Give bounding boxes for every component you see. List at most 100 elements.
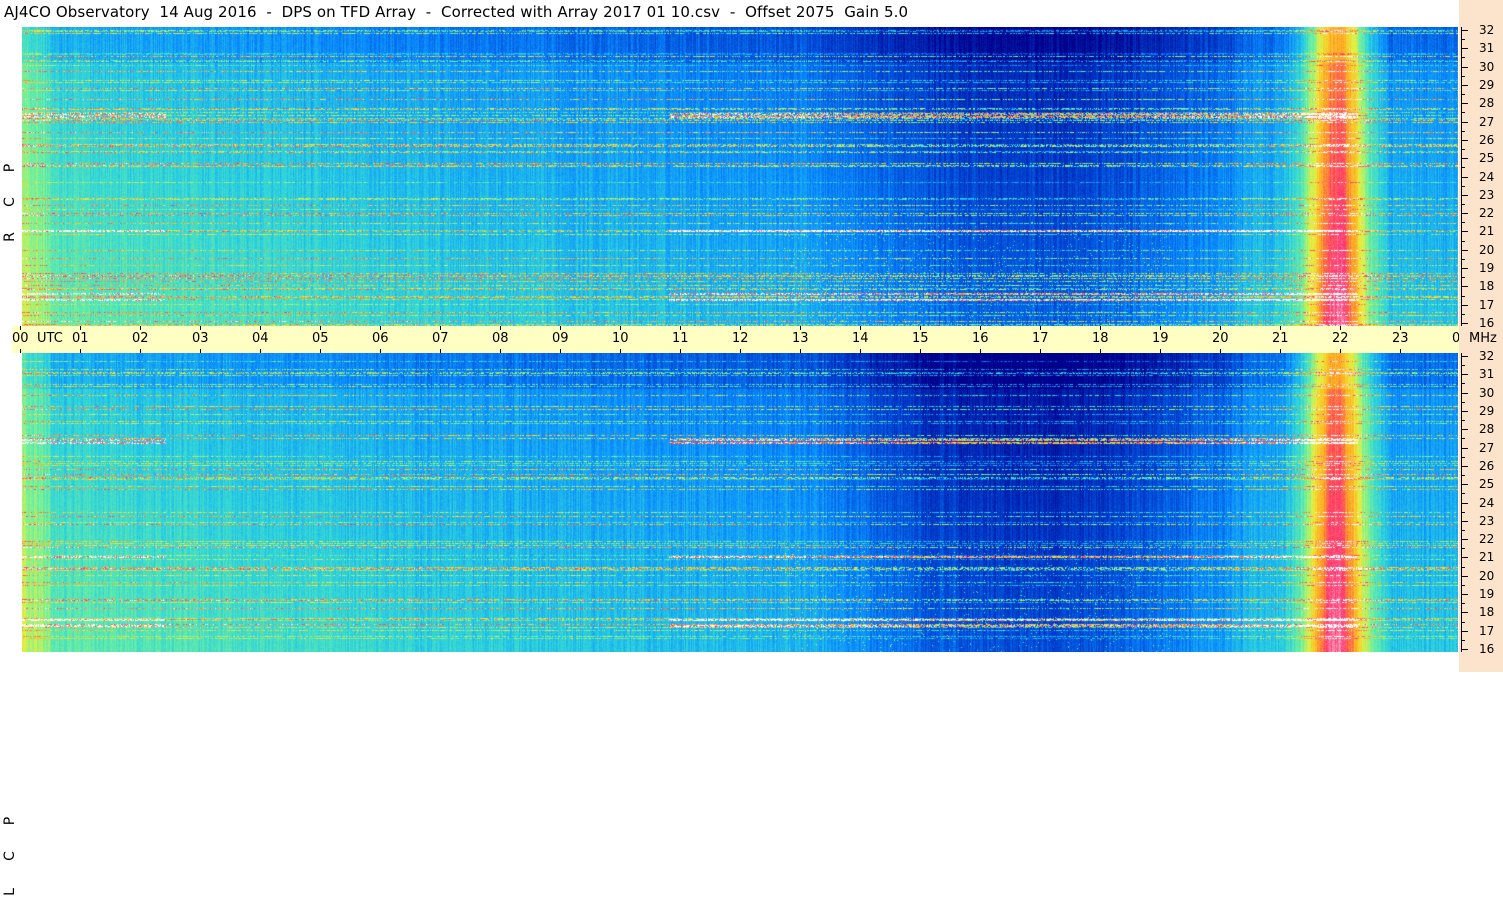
utc-hour-tick	[1040, 326, 1041, 330]
lcp-mhz-tick	[1461, 631, 1468, 632]
rcp-mhz-tick	[1461, 268, 1468, 269]
utc-hour-label: 02	[132, 331, 149, 346]
rcp-mhz-tick	[1461, 213, 1468, 214]
rcp-mhz-tick	[1461, 30, 1468, 31]
utc-hour-tick	[920, 349, 921, 353]
lcp-mhz-label: 20	[1479, 569, 1495, 583]
lcp-mhz-minor-tick	[1461, 603, 1465, 604]
utc-hour-tick	[440, 349, 441, 353]
rcp-mhz-minor-tick	[1461, 296, 1465, 297]
rcp-letter-c: C	[2, 197, 18, 207]
rcp-mhz-label: 27	[1479, 115, 1495, 129]
rcp-mhz-minor-tick	[1461, 39, 1465, 40]
utc-unit-label: UTC	[37, 331, 63, 346]
lcp-polarization-label: L C P	[0, 353, 20, 896]
rcp-mhz-label: 25	[1479, 151, 1495, 165]
utc-hour-tick	[1400, 326, 1401, 330]
rcp-mhz-tick	[1461, 305, 1468, 306]
lcp-mhz-tick	[1461, 503, 1468, 504]
lcp-mhz-tick	[1461, 594, 1468, 595]
lcp-mhz-label: 24	[1479, 496, 1495, 510]
utc-hour-tick	[500, 326, 501, 330]
utc-hour-label: 04	[252, 331, 269, 346]
utc-hour-label: 07	[432, 331, 449, 346]
rcp-mhz-label: 28	[1479, 96, 1495, 110]
lcp-mhz-tick	[1461, 484, 1468, 485]
lcp-mhz-tick	[1461, 557, 1468, 558]
lcp-mhz-tick	[1461, 649, 1468, 650]
lcp-mhz-label: 27	[1479, 441, 1495, 455]
utc-hour-label: 17	[1032, 331, 1049, 346]
rcp-letter-r: R	[2, 232, 18, 242]
rcp-mhz-minor-tick	[1461, 57, 1465, 58]
utc-hour-label: 03	[192, 331, 209, 346]
rcp-mhz-minor-tick	[1461, 167, 1465, 168]
rcp-mhz-tick	[1461, 231, 1468, 232]
lcp-mhz-minor-tick	[1461, 383, 1465, 384]
utc-hour-tick	[80, 349, 81, 353]
rcp-mhz-minor-tick	[1461, 204, 1465, 205]
lcp-mhz-tick	[1461, 429, 1468, 430]
lcp-mhz-label: 29	[1479, 404, 1495, 418]
rcp-mhz-minor-tick	[1461, 277, 1465, 278]
lcp-mhz-tick	[1461, 448, 1468, 449]
utc-hour-label: 13	[792, 331, 809, 346]
lcp-mhz-minor-tick	[1461, 640, 1465, 641]
lcp-letter-l: L	[2, 888, 18, 896]
utc-hour-label: 08	[492, 331, 509, 346]
lcp-mhz-label: 23	[1479, 514, 1495, 528]
mhz-unit-label: MHz	[1469, 331, 1497, 346]
utc-hour-tick	[200, 326, 201, 330]
lcp-mhz-tick	[1461, 374, 1468, 375]
window-title: AJ4CO Observatory 14 Aug 2016 - DPS on T…	[4, 3, 909, 21]
lcp-mhz-label: 28	[1479, 422, 1495, 436]
rcp-mhz-tick	[1461, 323, 1468, 324]
utc-hour-tick	[20, 326, 21, 330]
utc-hour-tick	[380, 349, 381, 353]
rcp-mhz-label: 30	[1479, 60, 1495, 74]
utc-hour-label: 20	[1212, 331, 1229, 346]
lcp-mhz-tick	[1461, 411, 1468, 412]
lcp-mhz-minor-tick	[1461, 365, 1465, 366]
lcp-mhz-label: 32	[1479, 349, 1495, 363]
rcp-mhz-minor-tick	[1461, 76, 1465, 77]
rcp-mhz-tick	[1461, 122, 1468, 123]
utc-hour-tick	[1220, 349, 1221, 353]
rcp-mhz-label: 16	[1479, 316, 1495, 330]
lcp-mhz-minor-tick	[1461, 402, 1465, 403]
rcp-mhz-label: 20	[1479, 243, 1495, 257]
utc-hour-tick	[200, 349, 201, 353]
utc-hour-tick	[800, 326, 801, 330]
utc-hour-label: 18	[1092, 331, 1109, 346]
utc-hour-label: 14	[852, 331, 869, 346]
utc-hour-label: 12	[732, 331, 749, 346]
utc-hour-label: 19	[1152, 331, 1169, 346]
lcp-mhz-label: 21	[1479, 550, 1495, 564]
utc-hour-tick	[1100, 326, 1101, 330]
utc-hour-tick	[20, 349, 21, 353]
lcp-mhz-tick	[1461, 539, 1468, 540]
rcp-mhz-label: 29	[1479, 78, 1495, 92]
utc-hour-label: 21	[1272, 331, 1289, 346]
lcp-mhz-minor-tick	[1461, 457, 1465, 458]
utc-hour-label: 10	[612, 331, 629, 346]
utc-hour-tick	[620, 349, 621, 353]
lcp-mhz-label: 31	[1479, 367, 1495, 381]
utc-hour-label: 00	[12, 331, 29, 346]
utc-hour-label: 05	[312, 331, 329, 346]
rcp-mhz-label: 24	[1479, 170, 1495, 184]
rcp-mhz-label: 21	[1479, 224, 1495, 238]
lcp-mhz-minor-tick	[1461, 493, 1465, 494]
rcp-mhz-tick	[1461, 85, 1468, 86]
rcp-mhz-label: 32	[1479, 23, 1495, 37]
utc-hour-tick	[320, 326, 321, 330]
utc-hour-tick	[140, 349, 141, 353]
rcp-mhz-minor-tick	[1461, 259, 1465, 260]
utc-hour-tick	[1160, 349, 1161, 353]
lcp-mhz-label: 17	[1479, 624, 1495, 638]
rcp-mhz-minor-tick	[1461, 149, 1465, 150]
rcp-mhz-label: 31	[1479, 41, 1495, 55]
utc-hour-tick	[860, 349, 861, 353]
rcp-mhz-tick	[1461, 250, 1468, 251]
lcp-mhz-tick	[1461, 612, 1468, 613]
